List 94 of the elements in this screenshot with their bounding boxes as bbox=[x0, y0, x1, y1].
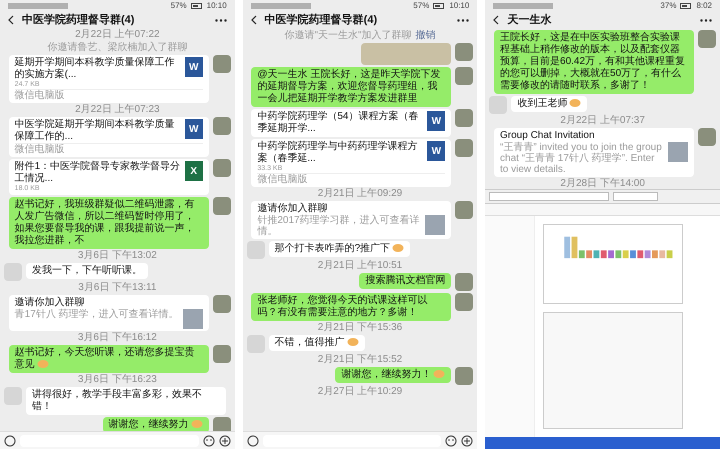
invite-description: 青17针八 药理学，进入可查看详情。 bbox=[14, 309, 179, 320]
file-type-icon: W bbox=[427, 141, 446, 161]
timestamp: 2月27日 上午10:29 bbox=[318, 387, 402, 397]
invite-card[interactable]: Group Chat Invitation “王青青” invited you to join the group chat “王青青 17针八 药理学”. Enter to view details. bbox=[494, 128, 694, 177]
battery-icon bbox=[190, 3, 203, 9]
file-type-icon: X bbox=[184, 161, 203, 181]
file-name: 延期开学期间本科教学质量保障工作的实施方案(... bbox=[14, 57, 176, 81]
file-name: 中医学院延期开学期间本科教学质量保障工作的... bbox=[14, 119, 176, 143]
clock-time: 10:10 bbox=[206, 0, 227, 12]
invite-card[interactable]: 邀请你加入群聊 青17针八 药理学，进入可查看详情。 bbox=[8, 295, 209, 331]
clock-time: 8:02 bbox=[696, 0, 712, 12]
timestamp: 2月28日 下午14:00 bbox=[560, 179, 645, 189]
message-bubble: 搜索腾讯文档官网 bbox=[359, 273, 452, 289]
file-source: 微信电脑版 bbox=[257, 173, 446, 185]
message-bubble: 那个打卡表咋弄的?推广下 bbox=[268, 241, 410, 257]
message-bubble: 收到王老师 bbox=[511, 96, 588, 112]
more-icon[interactable] bbox=[700, 18, 712, 22]
file-card[interactable]: 中药学院药理学（54）课程方案（春季延期开学... W bbox=[251, 109, 452, 137]
message-bubble: 张老师好，您觉得今天的试课这样可以吗？有没有需要注意的地方？多谢！ bbox=[251, 293, 452, 321]
file-type-icon: W bbox=[184, 119, 203, 139]
back-icon[interactable] bbox=[250, 15, 257, 25]
avatar-placeholder bbox=[212, 55, 231, 73]
avatar-placeholder bbox=[698, 30, 716, 48]
timestamp: 3月6日 下午16:12 bbox=[78, 333, 157, 343]
back-icon[interactable] bbox=[8, 15, 14, 25]
invite-description: 针推2017药理学习群，进入可查看详情。 bbox=[257, 215, 421, 237]
message-bubble: 不错，值得推广 bbox=[268, 335, 365, 351]
file-source: 微信电脑版 bbox=[14, 143, 203, 155]
plus-icon[interactable] bbox=[218, 434, 231, 446]
avatar-placeholder bbox=[455, 201, 474, 219]
avatar-placeholder bbox=[698, 128, 716, 146]
back-icon[interactable] bbox=[493, 15, 500, 25]
more-icon[interactable] bbox=[457, 18, 470, 22]
avatar-placeholder bbox=[455, 67, 474, 85]
chat-title: 中医学院药理督导群(4) bbox=[264, 12, 378, 28]
group-thumbnail bbox=[668, 142, 688, 162]
file-card[interactable]: 中医学院延期开学期间本科教学质量保障工作的... W 微信电脑版 bbox=[8, 117, 209, 157]
avatar-placeholder bbox=[455, 293, 474, 311]
battery-icon bbox=[433, 3, 446, 9]
undo-link[interactable]: 撤销 bbox=[416, 30, 436, 41]
timestamp: 2月22日 上午07:23 bbox=[75, 105, 160, 115]
group-thumbnail bbox=[182, 309, 203, 329]
message-bubble: @天一生水 王院长好，这是昨天学院下发的延期督导方案，欢迎您督导药理组，我一会儿把延期开学教学方案发进群里 bbox=[251, 67, 452, 107]
message-bubble: 赵书记好，我班级群疑似二维码泄露，有人发广告微信，所以二维码暂时停用了，如果您要督导我的课，跟我提前说一声，我拉您进群，不 bbox=[8, 197, 209, 249]
system-notice: 你邀请鲁艺、梁欣楠加入了群聊 bbox=[47, 42, 188, 53]
timestamp: 2月21日 上午09:29 bbox=[318, 189, 402, 199]
timestamp: 3月6日 下午13:11 bbox=[78, 283, 156, 293]
avatar-placeholder bbox=[455, 273, 474, 291]
timestamp: 2月21日 上午10:51 bbox=[318, 261, 402, 271]
group-thumbnail bbox=[425, 215, 446, 235]
search-field[interactable] bbox=[613, 192, 658, 201]
invite-title: 邀请你加入群聊 bbox=[257, 203, 328, 214]
avatar-placeholder bbox=[212, 117, 231, 135]
timestamp: 2月22日 上午07:37 bbox=[560, 116, 645, 126]
avatar-placeholder bbox=[455, 367, 474, 385]
system-notice: 你邀请"天一生水"加入了群聊 bbox=[284, 30, 412, 41]
invite-card[interactable]: 邀请你加入群聊 针推2017药理学习群，进入可查看详情。 bbox=[251, 201, 452, 239]
message-bubble: 谢谢您，继续努力！ bbox=[335, 367, 452, 383]
file-name: 中药学院药理学与中药药理学课程方案（春季延... bbox=[257, 141, 418, 165]
message-bubble: 王院长好，这是在中医实验班整合实验课程基础上稍作修改的版本，以及配套仪器预算，目前是60.42万，有和其他课程重复的您可以删掉，大概就在50万了，有什么需要修改的请随时联系，多谢了！ bbox=[494, 30, 694, 94]
timestamp: 2月21日 下午15:36 bbox=[318, 323, 402, 333]
chat-title: 中医学院药理督导群(4) bbox=[22, 12, 136, 28]
battery-level: 57% bbox=[170, 0, 187, 12]
emoji-button-icon[interactable] bbox=[445, 434, 458, 446]
file-type-icon: W bbox=[427, 111, 446, 131]
message-bubble: 赵书记好，今天您听课，还请您多提宝贵意见 bbox=[8, 345, 209, 373]
battery-icon bbox=[680, 3, 692, 9]
message-bubble: 发我一下，下午听听课。 bbox=[26, 263, 148, 279]
avatar-placeholder bbox=[455, 109, 474, 127]
file-type-icon: W bbox=[184, 57, 203, 77]
message-bubble: 讲得很好，教学手段丰富多彩，效果不错！ bbox=[26, 387, 226, 415]
emoji-button-icon[interactable] bbox=[202, 434, 215, 446]
invite-title: Group Chat Invitation bbox=[500, 130, 596, 142]
invite-description: “王青青” invited you to join the group chat “王青青 17针八 药理学”. Enter to view details. bbox=[500, 142, 663, 175]
timestamp: 2月22日 上午07:22 bbox=[75, 30, 160, 40]
timestamp: 3月6日 下午13:02 bbox=[78, 251, 157, 261]
timestamp: 2月21日 下午15:52 bbox=[318, 355, 402, 365]
timestamp: 3月6日 下午16:23 bbox=[78, 375, 157, 385]
battery-level: 37% bbox=[660, 0, 676, 12]
avatar-placeholder bbox=[212, 197, 231, 215]
plus-icon[interactable] bbox=[461, 434, 474, 446]
avatar-placeholder bbox=[455, 43, 474, 61]
avatar-placeholder bbox=[212, 159, 231, 177]
chat-title: 天一生水 bbox=[507, 12, 552, 28]
file-name: 中药学院药理学（54）课程方案（春季延期开学... bbox=[257, 111, 420, 135]
invite-title: 邀请你加入群聊 bbox=[14, 297, 86, 308]
avatar-placeholder bbox=[212, 345, 231, 363]
file-name: 附件1：中医学院督导专家教学督导分工情况... bbox=[14, 161, 181, 185]
file-source: 微信电脑版 bbox=[14, 89, 203, 101]
battery-level: 57% bbox=[413, 0, 430, 12]
avatar-placeholder bbox=[455, 139, 474, 157]
clock-time: 10:10 bbox=[449, 0, 470, 12]
avatar-placeholder bbox=[212, 295, 231, 313]
more-icon[interactable] bbox=[214, 18, 227, 22]
